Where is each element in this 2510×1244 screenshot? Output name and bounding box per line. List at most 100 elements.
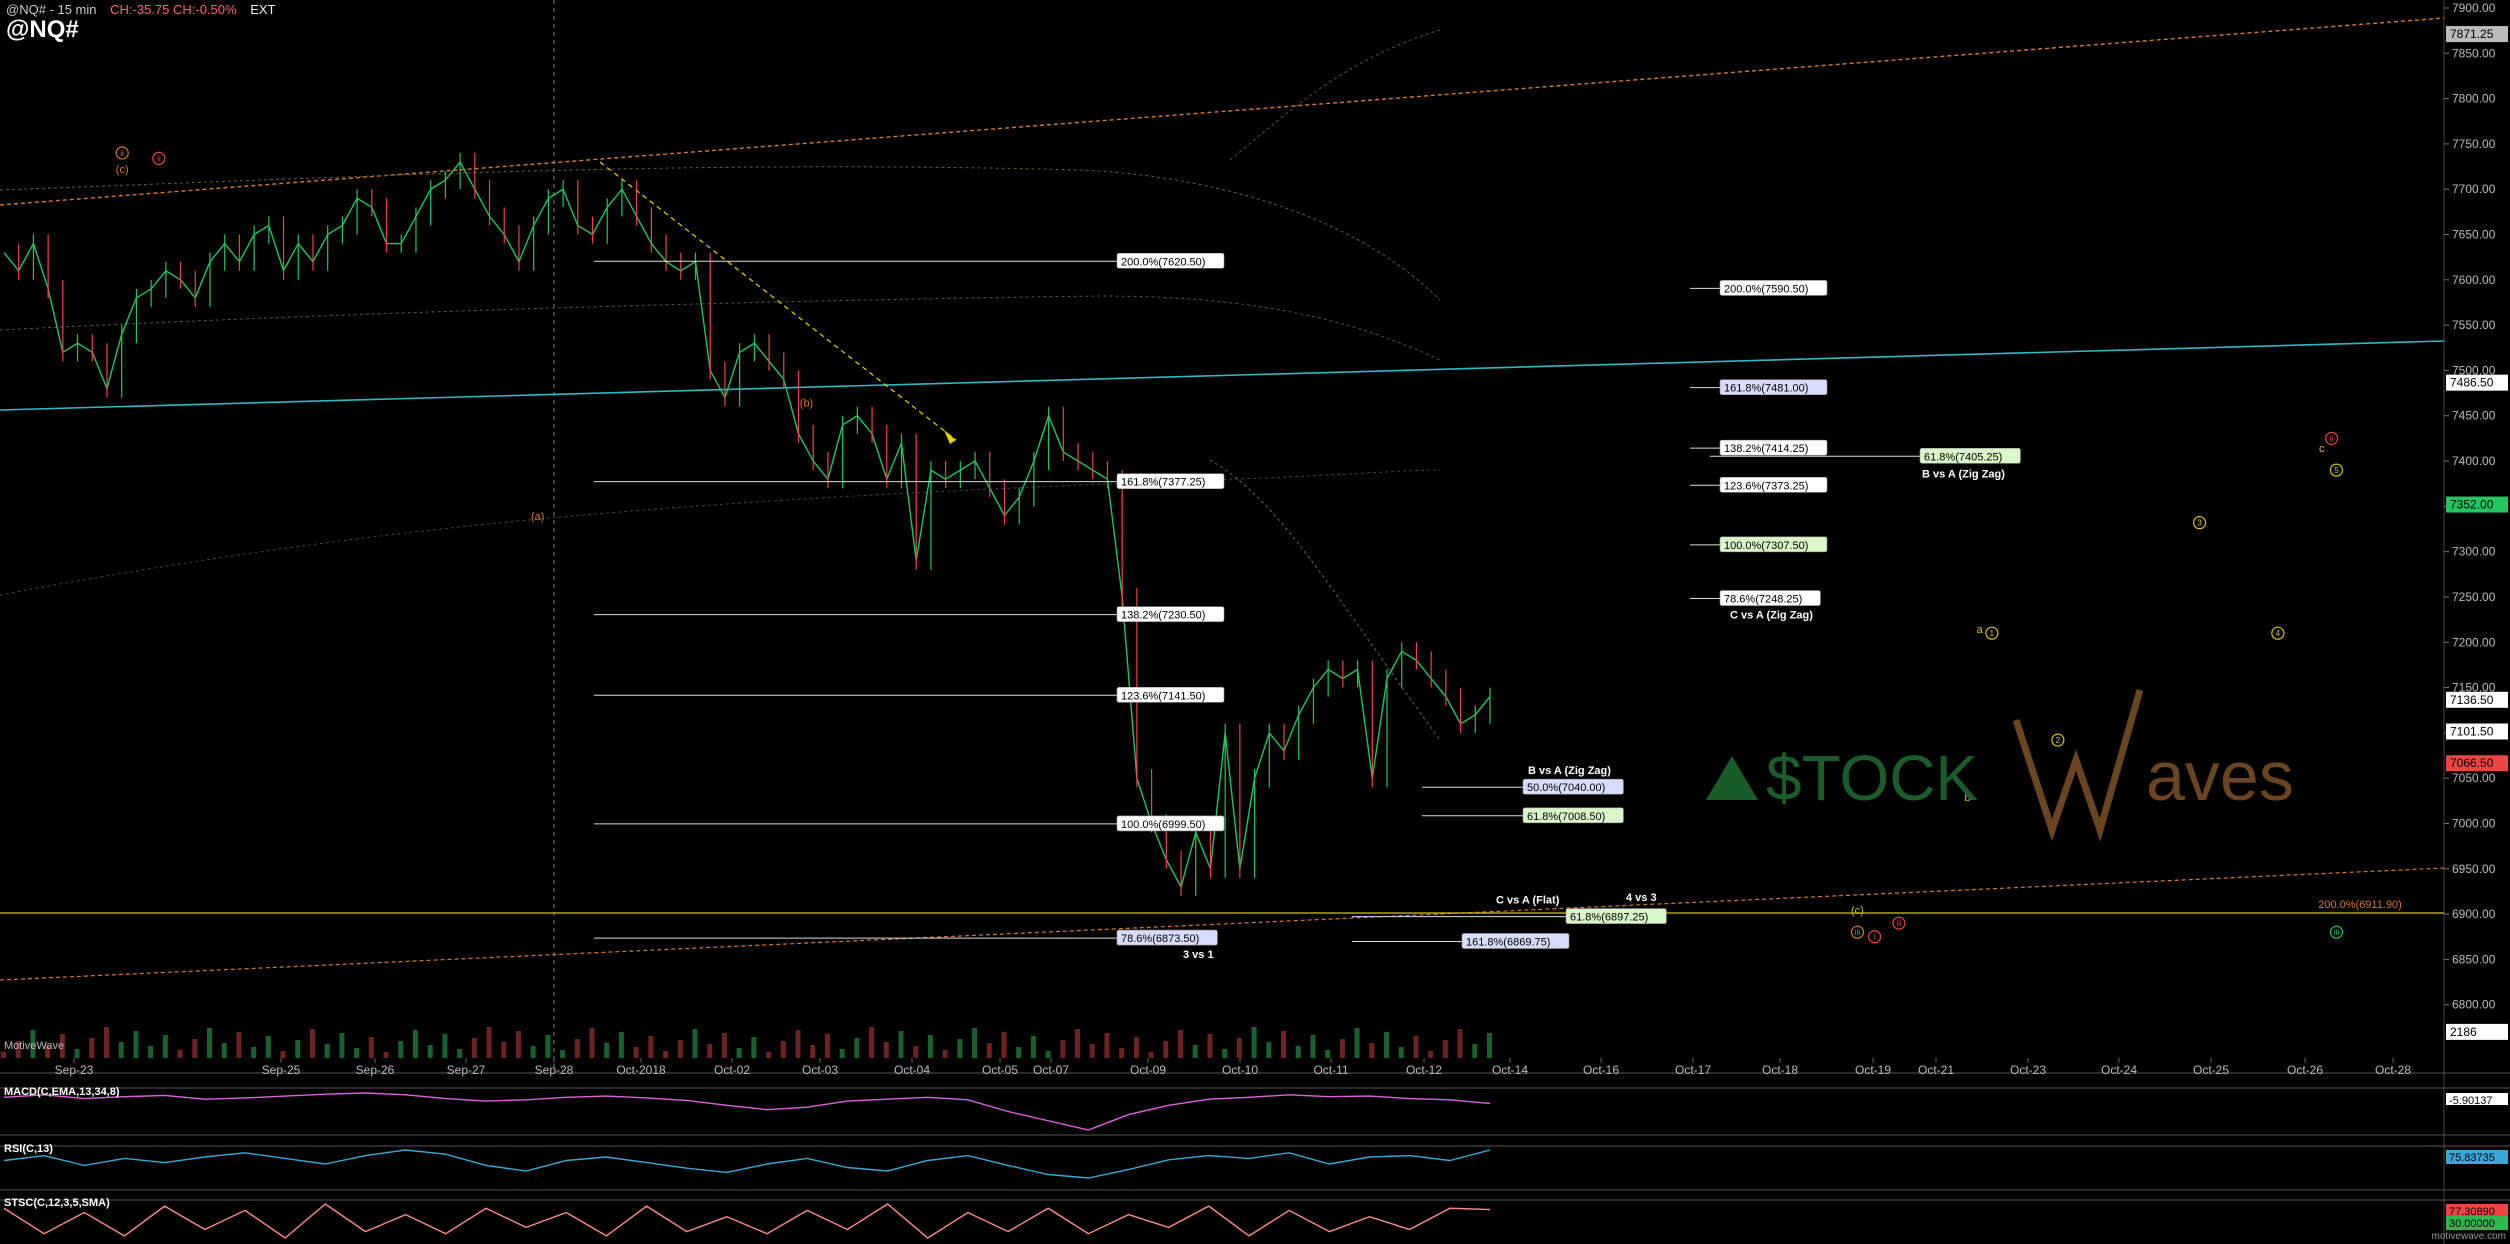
y-tick-label: 7450.00	[2452, 409, 2496, 423]
wave-label: a	[1977, 624, 1984, 636]
volume-bar	[574, 1039, 580, 1058]
fib-mid-label: 61.8%(6897.25)	[1570, 912, 1648, 924]
volume-bar	[736, 1048, 742, 1058]
volume-bar	[486, 1027, 492, 1058]
volume-bar	[1075, 1029, 1081, 1058]
price-marker-label: 7871.25	[2450, 27, 2494, 41]
y-tick-label: 6850.00	[2452, 952, 2496, 966]
volume-bar	[383, 1052, 389, 1058]
y-tick-label: 7200.00	[2452, 635, 2496, 649]
volume-bar	[265, 1036, 271, 1058]
volume-bar	[677, 1040, 683, 1058]
volume-bar	[927, 1035, 933, 1058]
volume-bar	[457, 1049, 463, 1058]
wave-circle-label: 1	[1990, 629, 1995, 638]
yellow-arrow-head	[944, 430, 956, 444]
ext-badge: EXT	[250, 2, 276, 17]
symbol-title: @NQ#	[6, 16, 79, 43]
wave-circle-label: ii	[2330, 434, 2334, 443]
x-tick-label: Oct-09	[1130, 1063, 1166, 1077]
volume-bar	[1192, 1045, 1198, 1058]
upper-orange-trendline	[0, 17, 2445, 206]
volume-bar	[412, 1030, 418, 1058]
wave-label: (c)	[1851, 905, 1864, 917]
volume-bar	[368, 1037, 374, 1058]
volume-bar	[1133, 1037, 1139, 1058]
volume-bar	[839, 1049, 845, 1058]
x-tick-label: Sep-23	[55, 1063, 94, 1077]
x-tick-label: Oct-2018	[616, 1063, 666, 1077]
volume-bar	[972, 1028, 978, 1058]
volume-bar	[869, 1027, 875, 1058]
volume-bar	[162, 1035, 168, 1058]
volume-bar	[1369, 1043, 1375, 1058]
symbol-header: @NQ# - 15 min CH:-35.75 CH:-0.50% EXT	[6, 2, 286, 17]
volume-bar	[1089, 1044, 1095, 1058]
volume-bar	[854, 1038, 860, 1058]
x-tick-label: Oct-12	[1406, 1063, 1442, 1077]
volume-bar	[545, 1035, 551, 1058]
watermark-triangle-icon	[1706, 756, 1758, 800]
x-tick-label: Oct-11	[1313, 1063, 1348, 1077]
volume-bar	[442, 1034, 448, 1058]
x-tick-label: Oct-16	[1583, 1063, 1619, 1077]
volume-bar	[1266, 1042, 1272, 1058]
ma-lower	[0, 469, 1441, 596]
volume-bar	[295, 1040, 301, 1058]
volume-bar	[913, 1046, 919, 1058]
x-tick-label: Oct-26	[2287, 1063, 2323, 1077]
volume-bar	[280, 1051, 286, 1058]
volume-bar	[618, 1032, 624, 1058]
volume-bar	[766, 1052, 772, 1058]
price-marker-label: 7136.50	[2450, 693, 2494, 707]
fib-mid-label: 50.0%(7040.00)	[1527, 782, 1605, 794]
fib-left-label: 100.0%(6999.50)	[1121, 819, 1205, 831]
volume-bar	[1487, 1033, 1492, 1058]
volume-bar	[236, 1032, 242, 1058]
wave-label: (b)	[800, 398, 813, 410]
x-tick-label: Sep-26	[356, 1063, 395, 1077]
chart-stage[interactable]: 7900.00 7850.00 7800.00 7750.00 7700.00 7650.…	[0, 0, 2510, 1244]
y-tick-label: 7800.00	[2452, 92, 2496, 106]
volume-bar	[898, 1031, 904, 1058]
fib-mid-title: B vs A (Zig Zag)	[1528, 765, 1611, 777]
volume-bar	[1310, 1035, 1316, 1058]
volume-bar	[309, 1029, 315, 1058]
volume-bar	[118, 1042, 124, 1058]
fib-left-label: 123.6%(7141.50)	[1121, 690, 1205, 702]
volume-bar	[530, 1046, 536, 1058]
x-tick-label: Oct-24	[2101, 1063, 2137, 1077]
volume-bar	[1163, 1041, 1169, 1058]
volume-bar	[1251, 1027, 1257, 1058]
volume-bar	[1428, 1051, 1434, 1058]
price-chart[interactable]: 7900.00 7850.00 7800.00 7750.00 7700.00 7650.…	[0, 0, 2510, 1244]
x-tick-label: Oct-17	[1675, 1063, 1711, 1077]
volume-bar	[177, 1050, 183, 1058]
volume-bar	[427, 1045, 433, 1058]
wave-circle-label: ii	[120, 149, 124, 158]
volume-bar	[1178, 1030, 1184, 1058]
ma-mid	[0, 295, 1441, 361]
motivewave-brand: MotiveWave	[4, 1040, 65, 1052]
label-200-right: 200.0%(6911.90)	[2318, 899, 2402, 911]
wave-circle-label: 2	[2056, 736, 2061, 745]
volume-bar	[795, 1030, 801, 1058]
macd-line	[3, 1092, 1491, 1131]
volume-bar	[221, 1043, 227, 1058]
volume-bar	[206, 1028, 212, 1058]
volume-bar	[1384, 1032, 1390, 1058]
volume-bar	[1472, 1044, 1478, 1058]
volume-bar	[339, 1033, 345, 1058]
volume-bar	[148, 1046, 154, 1058]
x-tick-label: Oct-19	[1855, 1063, 1891, 1077]
volume-bar	[589, 1028, 595, 1058]
volume-bar	[324, 1044, 330, 1058]
price-marker-label: 7486.50	[2450, 376, 2494, 390]
x-tick-label: Oct-05	[982, 1063, 1018, 1077]
wave-circle-label: iii	[2334, 928, 2340, 937]
fib-left-label: 161.8%(7377.25)	[1121, 477, 1205, 489]
x-tick-label: Oct-25	[2193, 1063, 2229, 1077]
teal-trendline	[0, 340, 2445, 411]
volume-bar	[1339, 1039, 1345, 1058]
volume-bar	[1354, 1028, 1360, 1058]
